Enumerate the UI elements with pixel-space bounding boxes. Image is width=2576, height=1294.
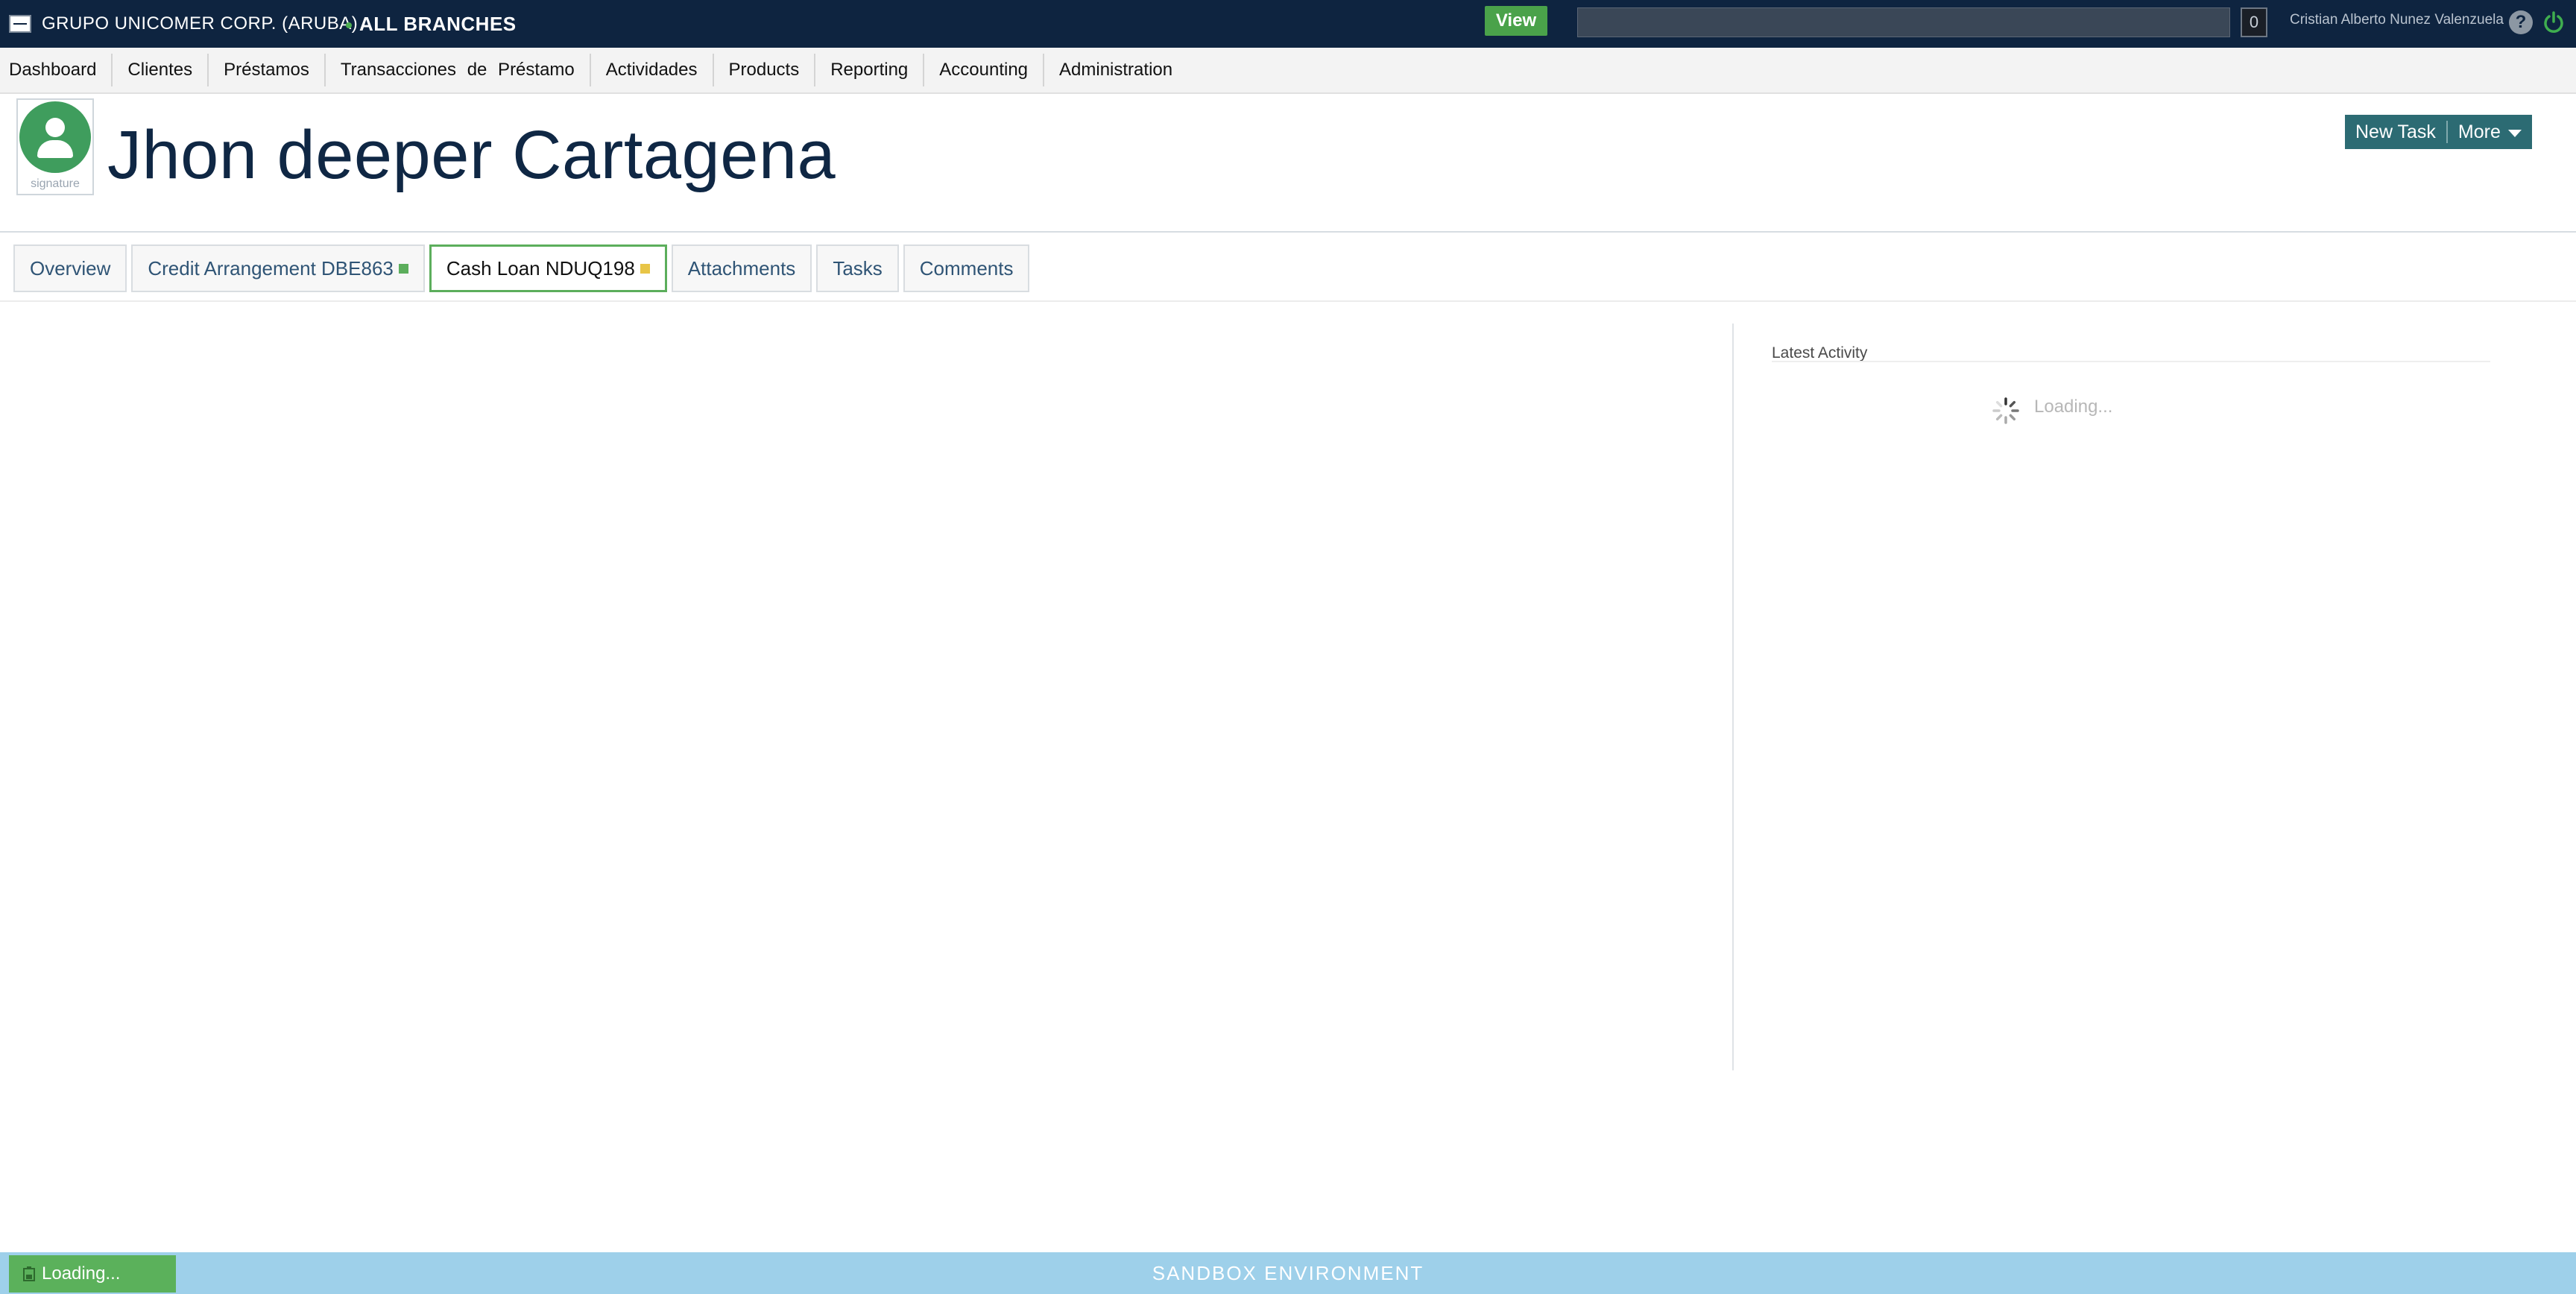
environment-label: SANDBOX ENVIRONMENT — [1152, 1262, 1424, 1284]
nav-reporting[interactable]: Reporting — [821, 54, 925, 86]
main-nav: Dashboard Clientes Préstamos Transaccion… — [0, 48, 2576, 94]
top-bar: GRUPO UNICOMER CORP. (ARUBA) ALL BRANCHE… — [0, 0, 2576, 48]
tab-label: Credit Arrangement DBE863 — [148, 256, 394, 280]
loading-label: Loading... — [42, 1263, 121, 1284]
nav-dashboard[interactable]: Dashboard — [0, 54, 113, 86]
nav-actividades[interactable]: Actividades — [597, 54, 714, 86]
user-name[interactable]: Cristian Alberto Nunez Valenzuela — [2290, 12, 2504, 28]
battery-icon — [23, 1266, 35, 1281]
tab-label: Attachments — [687, 256, 796, 280]
client-name: Jhon deeper Cartagena — [107, 117, 836, 193]
client-avatar[interactable]: signature — [16, 98, 94, 195]
branch-status-dot — [346, 22, 352, 28]
nav-products[interactable]: Products — [720, 54, 816, 86]
nav-prestamos[interactable]: Préstamos — [215, 54, 326, 86]
notification-count[interactable]: 0 — [2241, 7, 2267, 37]
nav-transacciones-de-prestamo[interactable]: Transacciones de Préstamo — [332, 54, 591, 86]
header-divider — [0, 231, 2576, 233]
activity-divider — [1772, 361, 2490, 362]
help-icon[interactable]: ? — [2509, 10, 2533, 34]
nav-administration[interactable]: Administration — [1050, 54, 1187, 86]
tab-label: Cash Loan NDUQ198 — [446, 256, 635, 280]
new-task-button[interactable]: New Task — [2345, 115, 2446, 149]
company-logo[interactable] — [9, 15, 31, 33]
content-divider — [1732, 324, 1734, 1070]
company-name: GRUPO UNICOMER CORP. (ARUBA) — [42, 13, 359, 34]
view-button[interactable]: View — [1485, 6, 1547, 36]
client-tabs: Overview Credit Arrangement DBE863 Cash … — [13, 244, 1034, 292]
more-button[interactable]: More — [2448, 115, 2532, 149]
power-icon[interactable] — [2542, 10, 2566, 34]
status-square-icon — [640, 263, 650, 274]
chevron-down-icon — [2507, 130, 2522, 137]
tab-overview[interactable]: Overview — [13, 244, 127, 292]
nav-clientes[interactable]: Clientes — [119, 54, 209, 86]
header-actions: New Task More — [2345, 115, 2532, 149]
tabs-divider — [0, 300, 2576, 302]
tab-cash-loan[interactable]: Cash Loan NDUQ198 — [429, 244, 667, 292]
more-label: More — [2457, 121, 2501, 142]
tab-credit-arrangement[interactable]: Credit Arrangement DBE863 — [131, 244, 425, 292]
status-square-icon — [398, 263, 408, 274]
tab-label: Comments — [919, 256, 1014, 280]
tab-label: Overview — [30, 256, 111, 280]
loading-indicator[interactable]: Loading... — [9, 1255, 176, 1293]
user-avatar-icon — [19, 101, 91, 173]
tab-tasks[interactable]: Tasks — [816, 244, 899, 292]
nav-accounting[interactable]: Accounting — [930, 54, 1045, 86]
activity-loading-text: Loading... — [2034, 397, 2113, 417]
environment-footer: SANDBOX ENVIRONMENT Loading... — [0, 1252, 2576, 1294]
latest-activity-title: Latest Activity — [1772, 344, 1868, 362]
branch-selector[interactable]: ALL BRANCHES — [359, 13, 517, 36]
tab-attachments[interactable]: Attachments — [671, 244, 812, 292]
signature-caption: signature — [31, 177, 80, 190]
tab-comments[interactable]: Comments — [903, 244, 1030, 292]
search-input[interactable] — [1577, 7, 2230, 37]
tab-label: Tasks — [833, 256, 883, 280]
loading-spinner-icon — [1992, 397, 2019, 424]
